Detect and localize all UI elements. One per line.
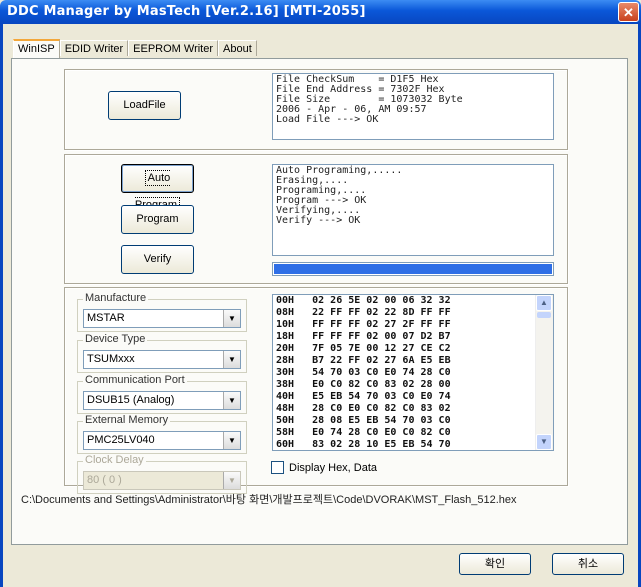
hex-data-list[interactable]: 00H 02 26 5E 02 00 06 32 32 08H 22 FF FF … xyxy=(272,294,554,451)
comm-port-select[interactable]: DSUB15 (Analog) ▼ xyxy=(83,391,241,410)
scroll-thumb[interactable] xyxy=(537,312,551,318)
hex-row: 40H E5 EB 54 70 03 C0 E0 74 xyxy=(276,391,451,402)
hex-row: 48H 28 C0 E0 C0 82 C0 83 02 xyxy=(276,403,451,414)
hex-row: 00H 02 26 5E 02 00 06 32 32 xyxy=(276,295,451,306)
progress-fill xyxy=(274,264,552,274)
program-button[interactable]: Program xyxy=(121,205,194,234)
verify-button[interactable]: Verify xyxy=(121,245,194,274)
device-type-select[interactable]: TSUMxxx ▼ xyxy=(83,350,241,369)
hex-row: 50H 28 08 E5 EB 54 70 03 C0 xyxy=(276,415,451,426)
clock-delay-label: Clock Delay xyxy=(83,454,146,466)
external-memory-select[interactable]: PMC25LV040 ▼ xyxy=(83,431,241,450)
vertical-scrollbar[interactable]: ▲ ▼ xyxy=(535,295,553,450)
close-button[interactable]: ✕ xyxy=(618,2,639,22)
clock-delay-value: 80 ( 0 ) xyxy=(87,474,122,486)
manufacture-label: Manufacture xyxy=(83,292,149,304)
device-type-group: Device Type TSUMxxx ▼ xyxy=(77,333,247,373)
device-type-label: Device Type xyxy=(83,333,148,345)
load-file-button[interactable]: LoadFile xyxy=(108,91,181,120)
ok-button[interactable]: 확인 xyxy=(459,553,531,575)
hex-row: 30H 54 70 03 C0 E0 74 28 C0 xyxy=(276,367,451,378)
tab-about[interactable]: About xyxy=(218,40,257,56)
display-hex-option[interactable]: Display Hex, Data xyxy=(271,461,377,474)
manufacture-select[interactable]: MSTAR ▼ xyxy=(83,309,241,328)
hex-row: 60H 83 02 28 10 E5 EB 54 70 xyxy=(276,439,451,450)
device-type-value: TSUMxxx xyxy=(87,353,135,365)
hex-row: 18H FF FF FF 02 00 07 D2 B7 xyxy=(276,331,451,342)
scroll-up-icon[interactable]: ▲ xyxy=(536,295,552,311)
display-hex-label: Display Hex, Data xyxy=(289,461,378,474)
chevron-down-icon[interactable]: ▼ xyxy=(223,351,240,368)
clock-delay-select: 80 ( 0 ) ▼ xyxy=(83,471,241,490)
hex-row: 10H FF FF FF 02 27 2F FF FF xyxy=(276,319,451,330)
chevron-down-icon[interactable]: ▼ xyxy=(223,392,240,409)
tab-eeprom-writer[interactable]: EEPROM Writer xyxy=(128,40,219,56)
program-log-box: Auto Programing,..... Erasing,.... Progr… xyxy=(272,164,554,256)
hex-rows: 00H 02 26 5E 02 00 06 32 32 08H 22 FF FF … xyxy=(273,295,553,450)
hex-row: 08H 22 FF FF 02 22 8D FF FF xyxy=(276,307,451,318)
external-memory-value: PMC25LV040 xyxy=(87,434,155,446)
title-bar[interactable]: DDC Manager by MasTech [Ver.2.16] [MTI-2… xyxy=(0,0,641,24)
manufacture-group: Manufacture MSTAR ▼ xyxy=(77,292,247,332)
clock-delay-group: Clock Delay 80 ( 0 ) ▼ xyxy=(77,454,247,494)
chevron-down-icon[interactable]: ▼ xyxy=(223,432,240,449)
comm-port-label: Communication Port xyxy=(83,374,187,386)
file-info-box: File CheckSum = D1F5 Hex File End Addres… xyxy=(272,73,554,140)
auto-program-button[interactable]: Auto Program xyxy=(121,164,194,213)
manufacture-value: MSTAR xyxy=(87,312,125,324)
comm-port-value: DSUB15 (Analog) xyxy=(87,394,175,406)
tab-edid-writer[interactable]: EDID Writer xyxy=(59,40,129,56)
hex-row: 28H B7 22 FF 02 27 6A E5 EB xyxy=(276,355,451,366)
hex-row: 38H E0 C0 82 C0 83 02 28 00 xyxy=(276,379,451,390)
chevron-down-icon[interactable]: ▼ xyxy=(223,310,240,327)
file-path: C:\Documents and Settings\Administrator\… xyxy=(21,494,517,506)
program-progress-bar xyxy=(272,262,554,276)
display-hex-checkbox[interactable] xyxy=(271,461,284,474)
cancel-button[interactable]: 취소 xyxy=(552,553,624,575)
external-memory-label: External Memory xyxy=(83,414,171,426)
close-icon: ✕ xyxy=(623,5,634,20)
window-title: DDC Manager by MasTech [Ver.2.16] [MTI-2… xyxy=(7,4,366,19)
tab-winisp[interactable]: WinISP xyxy=(13,39,60,58)
hex-row: 58H E0 74 28 C0 E0 C0 82 C0 xyxy=(276,427,451,438)
scroll-down-icon[interactable]: ▼ xyxy=(536,434,552,450)
comm-port-group: Communication Port DSUB15 (Analog) ▼ xyxy=(77,374,247,414)
hex-row: 20H 7F 05 7E 00 12 27 CE C2 xyxy=(276,343,451,354)
chevron-down-icon: ▼ xyxy=(223,472,240,489)
external-memory-group: External Memory PMC25LV040 ▼ xyxy=(77,414,247,454)
tab-strip: WinISP EDID Writer EEPROM Writer About xyxy=(13,39,257,58)
